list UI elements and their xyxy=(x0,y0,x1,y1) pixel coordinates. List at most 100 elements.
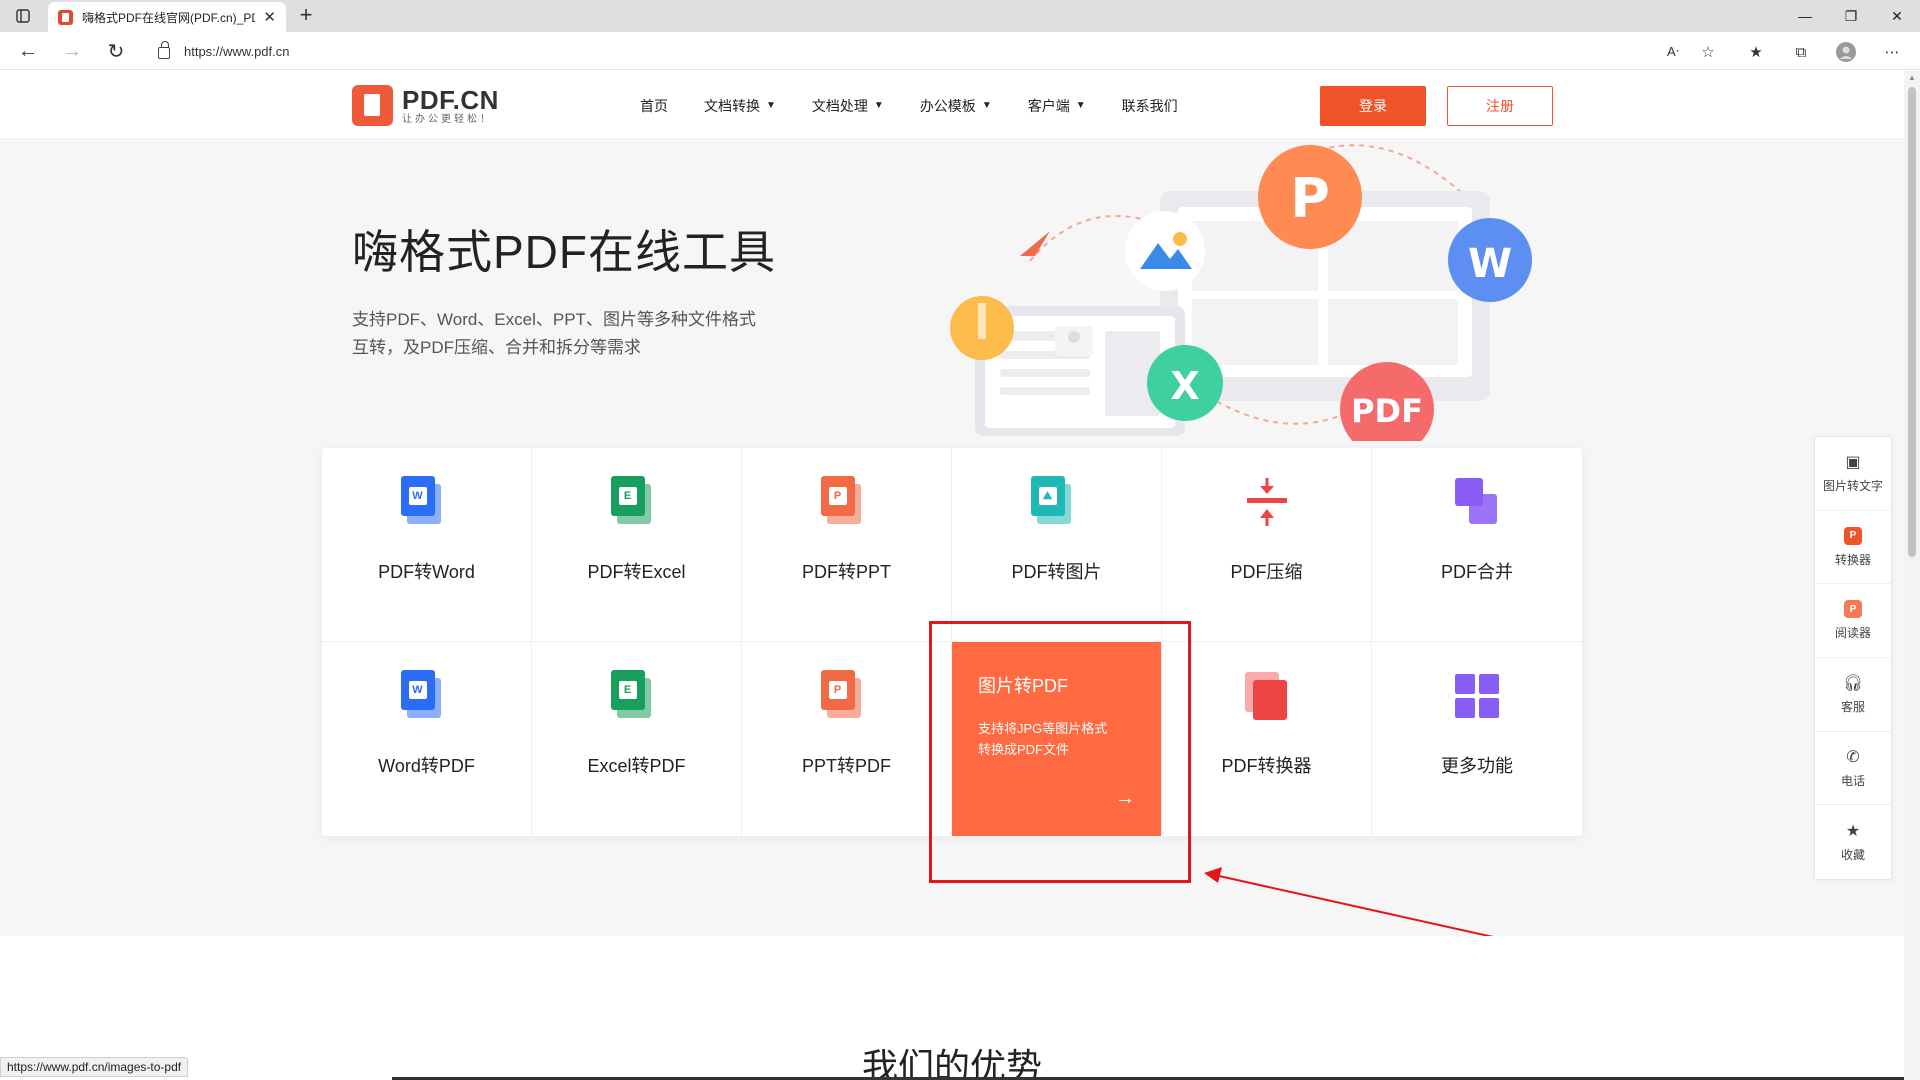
refresh-icon[interactable]: ↻ xyxy=(102,39,130,63)
login-button[interactable]: 登录 xyxy=(1320,86,1426,126)
tool-label: PDF转换器 xyxy=(1221,756,1312,776)
lock-icon xyxy=(158,41,170,59)
sidebar-item-image-to-text[interactable]: ▣ 图片转文字 xyxy=(1815,437,1891,511)
sidebar-label: 收藏 xyxy=(1840,847,1865,862)
sidebar-label: 转换器 xyxy=(1834,552,1871,567)
status-bar-url: https://www.pdf.cn/images-to-pdf xyxy=(0,1057,189,1077)
compress-icon xyxy=(1246,478,1287,526)
page-scrollbar[interactable]: ▲ xyxy=(1904,71,1920,1080)
advantages-section: 我们的优势 xyxy=(0,936,1904,1080)
grid-more-icon xyxy=(1455,674,1499,718)
excel-doc-icon: E xyxy=(610,476,651,524)
new-tab-icon[interactable]: + xyxy=(294,4,318,28)
sidebar-label: 阅读器 xyxy=(1834,626,1871,641)
tool-label: PDF合并 xyxy=(1441,562,1513,582)
sidebar-item-support[interactable]: 🎧︎ 客服 xyxy=(1815,658,1891,732)
image-doc-icon: ⛰ xyxy=(1030,476,1071,524)
tab-close-icon[interactable]: ✕ xyxy=(263,10,276,25)
site-favicon-icon xyxy=(58,9,73,25)
favorites-icon[interactable]: ★ xyxy=(1745,41,1767,63)
tool-word-to-pdf[interactable]: W Word转PDF xyxy=(322,642,532,836)
annotation-highlight-box xyxy=(929,621,1191,883)
star-icon: ★ xyxy=(1845,822,1861,840)
profile-icon[interactable] xyxy=(1835,41,1857,63)
headset-icon: 🎧︎ xyxy=(1842,674,1864,692)
nav-item-process[interactable]: 文档处理 ▼ xyxy=(812,96,884,116)
tab-actions-icon[interactable] xyxy=(10,5,36,27)
nav-item-contact[interactable]: 联系我们 xyxy=(1122,96,1178,116)
tool-more-features[interactable]: 更多功能 xyxy=(1372,642,1582,836)
logo-mark-icon xyxy=(352,85,393,126)
image-text-icon: ▣ xyxy=(1845,453,1861,471)
word-doc-icon: W xyxy=(400,670,441,718)
main-nav: 首页 文档转换 ▼ 文档处理 ▼ 办公模板 ▼ 客户端 ▼ 联系我们 xyxy=(640,71,1214,140)
url-text: https://www.pdf.cn xyxy=(184,43,290,59)
caret-down-icon: ▼ xyxy=(766,100,776,111)
logo-name: PDF.CN xyxy=(402,84,499,115)
more-menu-icon[interactable]: ⋯ xyxy=(1881,41,1903,63)
tool-pdf-compress[interactable]: PDF压缩 xyxy=(1162,448,1372,642)
floating-sidebar: ▣ 图片转文字 P 转换器 P 阅读器 🎧︎ 客服 ✆ 电话 ★ 收藏 xyxy=(1814,436,1892,880)
read-aloud-icon[interactable]: Aᐧ xyxy=(1662,41,1684,63)
sidebar-item-converter[interactable]: P 转换器 xyxy=(1815,511,1891,585)
caret-down-icon: ▼ xyxy=(873,100,884,111)
nav-item-home[interactable]: 首页 xyxy=(640,96,668,116)
sidebar-label: 客服 xyxy=(1840,699,1865,714)
add-favorite-icon[interactable]: ☆ xyxy=(1697,41,1719,63)
nav-item-templates[interactable]: 办公模板 ▼ xyxy=(920,96,992,116)
sidebar-item-phone[interactable]: ✆ 电话 xyxy=(1815,732,1891,806)
back-icon[interactable]: ← xyxy=(14,39,42,63)
tool-label: Excel转PDF xyxy=(587,756,686,776)
address-bar: ← → ↻ https://www.pdf.cn Aᐧ ☆ ★ ⧉ ⋯ xyxy=(0,32,1920,70)
excel-doc-icon: E xyxy=(610,670,651,718)
illus-pdf-label: PDF xyxy=(1351,392,1423,430)
scroll-up-icon[interactable]: ▲ xyxy=(1908,73,1916,82)
tool-label: PDF压缩 xyxy=(1230,562,1303,582)
tool-label: PDF转Excel xyxy=(587,562,686,582)
tool-pdf-converter[interactable]: PDF转换器 xyxy=(1162,642,1372,836)
nav-label: 文档转换 xyxy=(704,97,760,114)
nav-item-convert[interactable]: 文档转换 ▼ xyxy=(704,96,776,116)
converter-icon xyxy=(1244,672,1287,720)
ppt-doc-icon: P xyxy=(820,670,861,718)
browser-tab[interactable]: 嗨格式PDF在线官网(PDF.cn)_PDF ✕ xyxy=(48,2,286,32)
tool-label: PDF转图片 xyxy=(1011,562,1102,582)
hero-subtitle: 支持PDF、Word、Excel、PPT、图片等多种文件格式 互转，及PDF压缩… xyxy=(352,306,812,362)
register-button[interactable]: 注册 xyxy=(1447,86,1553,126)
tool-ppt-to-pdf[interactable]: P PPT转PDF xyxy=(742,642,952,836)
forward-icon[interactable]: → xyxy=(58,39,86,63)
browser-tab-bar: 嗨格式PDF在线官网(PDF.cn)_PDF ✕ + — ❐ ✕ xyxy=(0,0,1920,32)
converter-app-icon: P xyxy=(1844,526,1862,545)
reader-app-icon: P xyxy=(1844,600,1862,619)
nav-label: 首页 xyxy=(640,97,668,114)
web-page: PDF.CN 让办公更轻松！ 首页 文档转换 ▼ 文档处理 ▼ 办公模板 ▼ 客户端 ▼… xyxy=(0,71,1904,1080)
nav-item-client[interactable]: 客户端 ▼ xyxy=(1028,96,1086,116)
tool-excel-to-pdf[interactable]: E Excel转PDF xyxy=(532,642,742,836)
restore-icon[interactable]: ❐ xyxy=(1828,0,1874,32)
scroll-thumb[interactable] xyxy=(1908,87,1916,557)
illus-x-letter: X xyxy=(1170,364,1199,408)
caret-down-icon: ▼ xyxy=(1075,100,1086,111)
url-field[interactable]: https://www.pdf.cn xyxy=(146,37,1691,65)
logo-slogan: 让办公更轻松！ xyxy=(402,113,493,125)
tool-pdf-merge[interactable]: PDF合并 xyxy=(1372,448,1582,642)
sidebar-item-reader[interactable]: P 阅读器 xyxy=(1815,584,1891,659)
tool-pdf-to-ppt[interactable]: P PDF转PPT xyxy=(742,448,952,642)
sidebar-item-favorite[interactable]: ★ 收藏 xyxy=(1815,805,1891,879)
minimize-icon[interactable]: — xyxy=(1782,0,1828,32)
tool-pdf-to-excel[interactable]: E PDF转Excel xyxy=(532,448,742,642)
site-logo[interactable]: PDF.CN 让办公更轻松！ xyxy=(352,85,499,126)
hero-title: 嗨格式PDF在线工具 xyxy=(352,226,776,278)
nav-label: 客户端 xyxy=(1027,97,1070,114)
tool-pdf-to-word[interactable]: W PDF转Word xyxy=(322,448,532,642)
tool-pdf-to-image[interactable]: ⛰ PDF转图片 xyxy=(952,448,1162,642)
window-close-icon[interactable]: ✕ xyxy=(1874,0,1920,32)
tool-label: PDF转Word xyxy=(378,562,475,582)
caret-down-icon: ▼ xyxy=(981,100,992,111)
illus-p-letter: P xyxy=(1290,167,1330,230)
illus-w-letter: W xyxy=(1468,241,1512,287)
word-doc-icon: W xyxy=(400,476,441,524)
ppt-doc-icon: P xyxy=(820,476,861,524)
hero-subtitle-line: 支持PDF、Word、Excel、PPT、图片等多种文件格式 xyxy=(352,310,756,329)
collections-icon[interactable]: ⧉ xyxy=(1790,41,1812,63)
